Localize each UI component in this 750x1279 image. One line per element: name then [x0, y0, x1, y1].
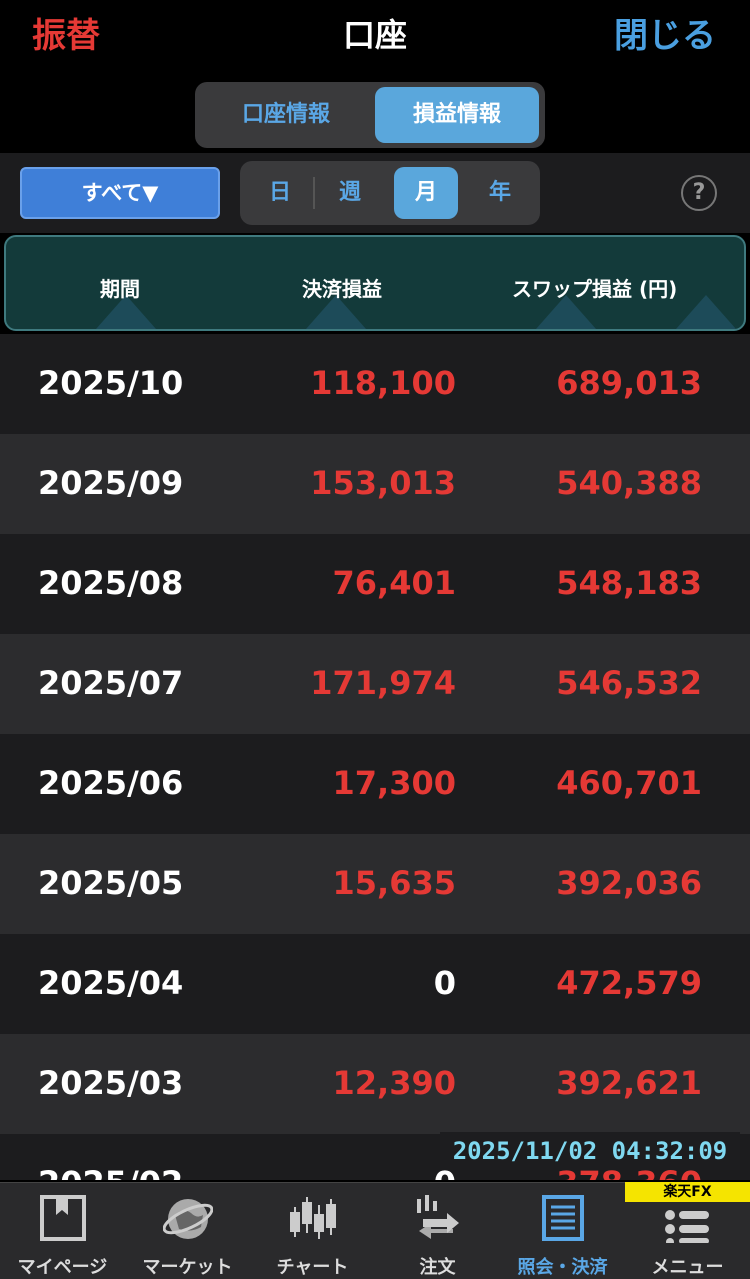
table-row[interactable]: 2025/07 171,974 546,532 — [0, 634, 750, 734]
brand-badge: 楽天FX — [625, 1182, 750, 1202]
exchange-icon — [417, 1195, 459, 1239]
settlement-cell: 153,013 — [310, 464, 456, 502]
period-cell: 2025/03 — [38, 1064, 184, 1102]
top-header: 振替 口座 閉じる — [0, 0, 750, 62]
swap-cell: 540,388 — [556, 464, 702, 502]
nav-label: メニュー — [651, 1257, 724, 1278]
update-timestamp: 2025/11/02 04:32:09 — [440, 1132, 740, 1170]
period-switcher: 日 週 月 年 — [240, 161, 540, 225]
table-row[interactable]: 2025/04 0 472,579 — [0, 934, 750, 1034]
profit-table: 2025/10 118,100 689,013 2025/09 153,013 … — [0, 334, 750, 1180]
period-day[interactable]: 日 — [248, 167, 312, 219]
period-month[interactable]: 月 — [394, 167, 458, 219]
swap-cell: 392,621 — [556, 1064, 702, 1102]
settlement-cell: 76,401 — [332, 564, 456, 602]
period-cell: 2025/07 — [38, 664, 184, 702]
table-header: 期間 決済損益 スワップ損益 (円) — [4, 235, 746, 331]
candlestick-icon — [290, 1197, 336, 1239]
nav-market[interactable]: マーケット — [125, 1183, 250, 1279]
nav-order[interactable]: 注文 — [375, 1183, 500, 1279]
help-icon[interactable]: ? — [681, 175, 717, 211]
swap-cell: 689,013 — [556, 364, 702, 402]
nav-chart[interactable]: チャート — [250, 1183, 375, 1279]
settlement-cell: 118,100 — [310, 364, 456, 402]
swap-cell: 548,183 — [556, 564, 702, 602]
info-tab-switcher: 口座情報 損益情報 — [195, 82, 545, 148]
period-week[interactable]: 週 — [318, 167, 382, 219]
period-cell: 2025/08 — [38, 564, 184, 602]
nav-label: マイページ — [17, 1257, 108, 1278]
decor-triangle — [676, 295, 736, 329]
swap-cell: 392,036 — [556, 864, 702, 902]
nav-label: マーケット — [142, 1257, 233, 1278]
swap-cell: 472,579 — [556, 964, 702, 1002]
nav-label: 照会・決済 — [517, 1257, 608, 1278]
period-cell: 2025/09 — [38, 464, 184, 502]
period-year[interactable]: 年 — [468, 167, 532, 219]
column-header-swap: スワップ損益 (円) — [512, 277, 678, 301]
table-row[interactable]: 2025/08 76,401 548,183 — [0, 534, 750, 634]
settlement-cell: 0 — [433, 964, 456, 1002]
document-icon — [542, 1195, 584, 1241]
bookmark-icon — [40, 1195, 86, 1241]
swap-cell: 546,532 — [556, 664, 702, 702]
period-cell: 2025/10 — [38, 364, 184, 402]
column-header-period: 期間 — [100, 277, 140, 301]
tab-account-info[interactable]: 口座情報 — [201, 87, 371, 143]
period-cell: 2025/06 — [38, 764, 184, 802]
divider — [313, 177, 315, 209]
period-cell: 2025/02 — [38, 1164, 183, 1180]
settlement-cell: 17,300 — [332, 764, 456, 802]
swap-cell: 460,701 — [556, 764, 702, 802]
nav-label: 注文 — [419, 1257, 456, 1278]
table-row[interactable]: 2025/03 12,390 392,621 — [0, 1034, 750, 1134]
tab-profit-info[interactable]: 損益情報 — [375, 87, 539, 143]
table-row[interactable]: 2025/09 153,013 540,388 — [0, 434, 750, 534]
settlement-cell: 15,635 — [332, 864, 456, 902]
period-cell: 2025/04 — [38, 964, 184, 1002]
currency-filter-dropdown[interactable]: すべて▼ — [20, 167, 220, 219]
globe-icon — [163, 1199, 213, 1239]
nav-inquiry-settlement[interactable]: 照会・決済 — [500, 1183, 625, 1279]
settlement-cell: 12,390 — [332, 1064, 456, 1102]
period-cell: 2025/05 — [38, 864, 184, 902]
table-row[interactable]: 2025/10 118,100 689,013 — [0, 334, 750, 434]
table-row[interactable]: 2025/05 15,635 392,036 — [0, 834, 750, 934]
close-button[interactable]: 閉じる — [614, 8, 716, 57]
filter-bar: すべて▼ 日 週 月 年 ? — [0, 153, 750, 233]
table-row[interactable]: 2025/06 17,300 460,701 — [0, 734, 750, 834]
nav-mypage[interactable]: マイページ — [0, 1183, 125, 1279]
column-header-settlement: 決済損益 — [302, 277, 382, 301]
settlement-cell: 171,974 — [310, 664, 456, 702]
nav-label: チャート — [276, 1257, 349, 1278]
